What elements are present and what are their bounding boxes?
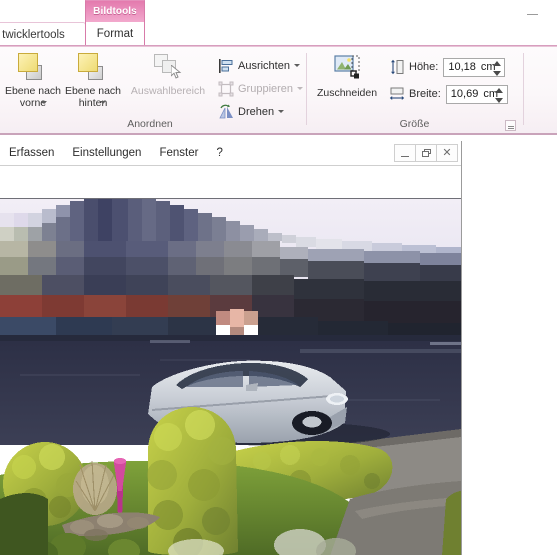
field-hoehe-label: Höhe: (409, 61, 439, 73)
minimize-button[interactable] (394, 144, 416, 162)
field-breite-row: Breite: 10,69 cm (389, 83, 508, 105)
tab-entwicklertools[interactable]: twicklertools (0, 22, 86, 46)
button-zuschneiden-label: Zuschneiden (316, 87, 378, 99)
dialog-launcher-icon[interactable] (505, 120, 516, 131)
button-gruppieren-caret (297, 87, 304, 90)
button-ebene-nach-hinten-label: Ebene nach hinten (64, 85, 122, 109)
menu-hilfe[interactable]: ? (207, 141, 231, 166)
field-breite-spin-buttons[interactable] (495, 87, 504, 103)
menu-hilfe-label: ? (216, 147, 223, 159)
menu-fenster-label: Fenster (159, 147, 199, 159)
window-controls: ✕ (394, 144, 458, 162)
application-window: Bildtools twicklertools Format Ebene nac… (0, 0, 557, 555)
button-drehen-label: Drehen (238, 105, 275, 118)
button-drehen-caret[interactable] (278, 110, 285, 113)
ribbon-bottom-gap (0, 135, 557, 140)
field-breite-value: 10,69 (450, 88, 479, 100)
central-hedge-column (147, 407, 238, 555)
crop-icon (331, 53, 363, 85)
button-gruppieren: Gruppieren (216, 78, 304, 99)
send-backward-icon (77, 51, 109, 83)
width-icon (389, 86, 405, 102)
field-hoehe-value: 10,18 (448, 61, 476, 73)
menu-erfassen-label: Erfassen (9, 147, 55, 159)
photo-content (0, 199, 461, 555)
restore-icon (421, 149, 431, 157)
contextual-tab-title: Bildtools (93, 6, 137, 17)
button-ausrichten[interactable]: Ausrichten (216, 55, 300, 76)
field-hoehe-spin-buttons[interactable] (492, 60, 501, 76)
bring-forward-icon (17, 51, 49, 83)
field-hoehe-increment-icon[interactable] (492, 60, 501, 66)
capture-tool-window: Erfassen Einstellungen Fenster ? ✕ (0, 141, 462, 555)
button-auswahlbereich: Auswahlbereich (124, 51, 212, 113)
group-icon (218, 81, 234, 97)
menu-fenster[interactable]: Fenster (150, 141, 207, 166)
group-anordnen-label: Anordnen (127, 118, 173, 130)
group-groesse: Zuschneiden Höhe: 10,18 cm Breite: 10,69… (307, 47, 522, 133)
button-gruppieren-label: Gruppieren (238, 82, 294, 95)
ribbon: Bildtools twicklertools Format Ebene nac… (0, 0, 557, 140)
button-ausrichten-label: Ausrichten (238, 59, 290, 72)
button-ebene-nach-vorne[interactable]: Ebene nach vorne (2, 51, 64, 113)
close-button[interactable]: ✕ (436, 144, 458, 162)
selection-pane-icon (152, 51, 184, 83)
field-hoehe-spinner[interactable]: 10,18 cm (443, 57, 506, 77)
menu-einstellungen-label: Einstellungen (72, 147, 142, 159)
menu-erfassen[interactable]: Erfassen (0, 141, 63, 166)
close-icon: ✕ (442, 146, 452, 159)
ribbon-tabstrip: Bildtools twicklertools Format (0, 0, 557, 46)
contextual-tab-header-bildtools: Bildtools (85, 0, 145, 22)
ribbon-body: Ebene nach vorne Ebene nach hinten Auswa… (0, 47, 557, 133)
window-menubar: Erfassen Einstellungen Fenster ? ✕ (0, 141, 461, 166)
button-ebene-nach-hinten-caret[interactable] (100, 101, 106, 104)
menu-einstellungen[interactable]: Einstellungen (63, 141, 150, 166)
field-breite-decrement-icon[interactable] (495, 97, 504, 103)
captured-screenshot-photo[interactable] (0, 198, 461, 555)
field-breite-label: Breite: (409, 88, 441, 100)
button-auswahlbereich-label: Auswahlbereich (130, 85, 206, 97)
minimize-ribbon-button[interactable] (521, 6, 543, 22)
group-groesse-label: Größe (399, 118, 430, 130)
field-breite-spinner[interactable]: 10,69 cm (445, 84, 508, 104)
desktop-background-right (462, 141, 557, 555)
tab-format-label: Format (96, 27, 134, 40)
minimize-ribbon-icon (526, 13, 538, 15)
window-client-area (0, 166, 461, 555)
button-ebene-nach-vorne-caret[interactable] (41, 101, 47, 104)
field-breite-increment-icon[interactable] (495, 87, 504, 93)
group-anordnen: Ebene nach vorne Ebene nach hinten Auswa… (0, 47, 304, 133)
minimize-icon (401, 155, 409, 157)
button-ausrichten-caret[interactable] (293, 64, 300, 67)
restore-button[interactable] (415, 144, 437, 162)
field-hoehe-decrement-icon[interactable] (492, 70, 501, 76)
button-zuschneiden[interactable]: Zuschneiden (309, 53, 385, 115)
tab-entwicklertools-label: twicklertools (2, 28, 65, 41)
tab-format[interactable]: Format (85, 22, 145, 46)
button-ebene-nach-hinten[interactable]: Ebene nach hinten (62, 51, 124, 113)
cursor-arrow-icon (171, 65, 182, 79)
field-hoehe-row: Höhe: 10,18 cm (389, 56, 506, 78)
button-ebene-nach-vorne-label: Ebene nach vorne (4, 85, 62, 109)
height-icon (389, 59, 405, 75)
group-separator-right (523, 53, 524, 125)
align-icon (218, 58, 234, 74)
